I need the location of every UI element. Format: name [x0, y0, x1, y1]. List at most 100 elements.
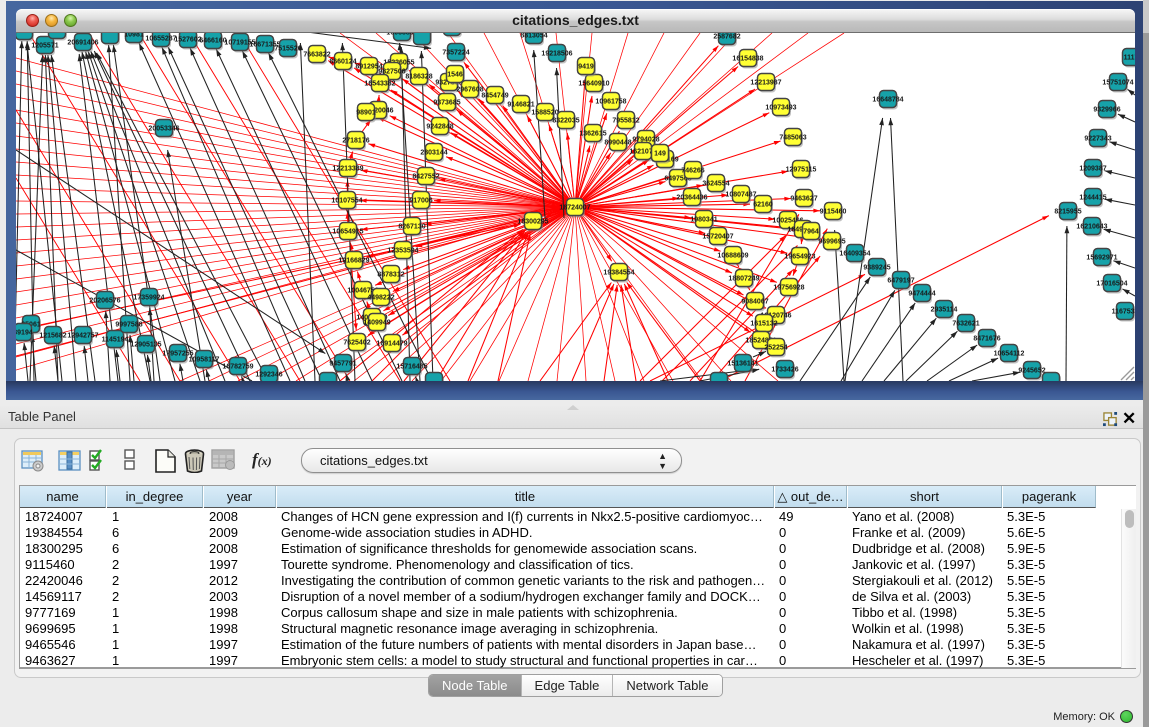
svg-text:746266: 746266 — [681, 168, 704, 175]
svg-text:2935114: 2935114 — [931, 307, 958, 314]
svg-text:7964: 7964 — [803, 229, 819, 236]
svg-text:15751074: 15751074 — [1102, 80, 1133, 87]
svg-text:1733426: 1733426 — [771, 367, 798, 374]
svg-text:12942757: 12942757 — [67, 333, 98, 340]
svg-text:7515526: 7515526 — [274, 46, 301, 53]
svg-text:10655287: 10655287 — [145, 36, 176, 43]
svg-text:16648784: 16648784 — [872, 97, 903, 104]
svg-text:12213987: 12213987 — [750, 80, 781, 87]
svg-text:8990448: 8990448 — [604, 140, 631, 147]
svg-text:20206576: 20206576 — [89, 298, 120, 305]
svg-text:8186328: 8186328 — [405, 74, 432, 81]
svg-text:9329966: 9329966 — [1093, 107, 1120, 114]
svg-text:17359924: 17359924 — [133, 295, 164, 302]
svg-text:8471676: 8471676 — [973, 336, 1000, 343]
svg-text:15692971: 15692971 — [1086, 255, 1117, 262]
svg-text:16154838: 16154838 — [732, 56, 763, 63]
svg-text:917006: 917006 — [409, 198, 432, 205]
svg-text:12213389: 12213389 — [332, 166, 363, 173]
svg-text:9245652: 9245652 — [1018, 368, 1045, 375]
svg-text:6479197: 6479197 — [887, 278, 914, 285]
svg-text:15716485: 15716485 — [396, 364, 427, 371]
svg-text:18724007: 18724007 — [559, 205, 590, 212]
svg-text:19166829: 19166829 — [338, 258, 369, 265]
svg-text:252254: 252254 — [764, 345, 787, 352]
svg-text:12905135: 12905135 — [130, 342, 161, 349]
svg-text:9227343: 9227343 — [1084, 136, 1111, 143]
svg-text:20691406: 20691406 — [67, 40, 98, 47]
svg-text:7632621: 7632621 — [952, 321, 979, 328]
svg-text:62160: 62160 — [753, 202, 773, 209]
svg-text:8660124: 8660124 — [329, 59, 356, 66]
svg-text:6466160: 6466160 — [199, 38, 226, 45]
svg-text:8215955: 8215955 — [1054, 209, 1081, 216]
svg-text:16409354: 16409354 — [839, 251, 870, 258]
svg-text:1546: 1546 — [447, 72, 463, 79]
svg-text:10654915: 10654915 — [332, 229, 363, 236]
svg-text:16914479: 16914479 — [376, 341, 407, 348]
svg-text:1117: 1117 — [1124, 55, 1135, 62]
svg-text:98901: 98901 — [356, 110, 376, 117]
svg-text:1409949: 1409949 — [363, 320, 390, 327]
svg-text:12353594: 12353594 — [387, 248, 418, 255]
svg-text:16543382: 16543382 — [364, 81, 395, 88]
svg-text:12975115: 12975115 — [786, 167, 817, 174]
svg-text:19654923: 19654923 — [784, 254, 815, 261]
svg-text:2718176: 2718176 — [342, 138, 369, 145]
svg-text:149: 149 — [654, 151, 666, 158]
svg-text:10961758: 10961758 — [595, 99, 626, 106]
svg-text:8454749: 8454749 — [481, 93, 508, 100]
svg-text:3624554: 3624554 — [702, 181, 729, 188]
svg-text:17016504: 17016504 — [1096, 281, 1127, 288]
svg-text:1209387: 1209387 — [1079, 166, 1106, 173]
svg-text:9997588: 9997588 — [115, 322, 142, 329]
svg-text:7625402: 7625402 — [343, 340, 370, 347]
svg-text:2587682: 2587682 — [713, 34, 740, 41]
svg-text:9389245: 9389245 — [863, 265, 890, 272]
svg-text:19218506: 19218506 — [541, 51, 572, 58]
svg-text:1980341: 1980341 — [690, 217, 717, 224]
svg-text:9463627: 9463627 — [790, 196, 817, 203]
svg-text:4498222: 4498222 — [367, 295, 394, 302]
svg-text:7663822: 7663822 — [303, 52, 330, 59]
svg-text:20364436: 20364436 — [676, 195, 707, 202]
svg-text:18300295: 18300295 — [517, 219, 548, 226]
svg-text:10958117: 10958117 — [189, 357, 220, 364]
svg-text:9084067: 9084067 — [741, 299, 768, 306]
svg-text:9115460: 9115460 — [820, 209, 847, 216]
svg-text:19384554: 19384554 — [603, 270, 634, 277]
svg-text:10973493: 10973493 — [765, 105, 796, 112]
svg-text:8267130: 8267130 — [398, 224, 425, 231]
svg-text:1145194: 1145194 — [102, 337, 129, 344]
svg-text:20053346: 20053346 — [148, 126, 179, 133]
svg-text:1527602: 1527602 — [174, 37, 201, 44]
svg-text:9419: 9419 — [578, 64, 594, 71]
svg-text:9146821: 9146821 — [507, 102, 534, 109]
svg-text:10107554: 10107554 — [331, 198, 362, 205]
svg-text:9373685: 9373685 — [433, 100, 460, 107]
svg-text:39194: 39194 — [16, 330, 33, 337]
svg-text:10654112: 10654112 — [994, 351, 1025, 358]
svg-text:9457791: 9457791 — [329, 361, 356, 368]
svg-text:1615132: 1615132 — [750, 321, 777, 328]
svg-text:1292346: 1292346 — [255, 372, 282, 379]
svg-text:7357224: 7357224 — [442, 50, 469, 57]
svg-text:1588520: 1588520 — [531, 110, 558, 117]
svg-text:10688609: 10688609 — [717, 253, 748, 260]
svg-text:2803144: 2803144 — [420, 150, 447, 157]
svg-text:8813054: 8813054 — [520, 33, 547, 40]
svg-text:8322035: 8322035 — [552, 118, 579, 125]
svg-text:15720407: 15720407 — [702, 234, 733, 241]
svg-text:8878312: 8878312 — [377, 272, 404, 279]
svg-text:10981: 10981 — [124, 33, 144, 39]
svg-text:1362615: 1362615 — [579, 131, 606, 138]
svg-text:1205571: 1205571 — [31, 43, 58, 50]
svg-text:16782759: 16782759 — [222, 364, 253, 371]
svg-text:18807249: 18807249 — [728, 276, 759, 283]
svg-text:1215682: 1215682 — [39, 333, 66, 340]
svg-text:10807487: 10807487 — [725, 192, 756, 199]
svg-text:16210643: 16210643 — [1076, 224, 1107, 231]
svg-text:2967608: 2967608 — [456, 87, 483, 94]
svg-text:15640910: 15640910 — [578, 81, 609, 88]
svg-text:15136141: 15136141 — [727, 361, 758, 368]
